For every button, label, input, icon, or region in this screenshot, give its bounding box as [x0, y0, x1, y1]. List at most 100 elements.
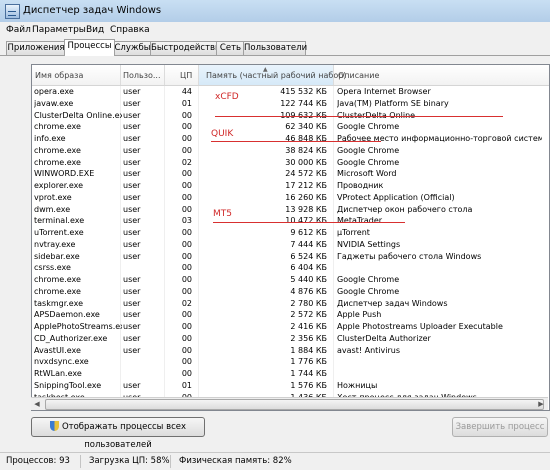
process-cpu: 00 — [181, 286, 192, 296]
process-row[interactable]: ApplePhotoStreams.exe user 00 2 416 КБ Apple… — [32, 321, 549, 333]
process-description: Java(TM) Platform SE binary — [337, 98, 449, 108]
menu-bar: Файл Параметры Вид Справка — [0, 22, 550, 40]
end-process-button[interactable]: Завершить процесс — [452, 417, 548, 437]
process-memory: 2 356 КБ — [290, 333, 327, 343]
process-row[interactable]: info.exe user 00 46 848 КБ Рабочее место инф… — [32, 133, 549, 145]
tab-bar: Приложения Процессы Службы Быстродействи… — [0, 39, 550, 56]
process-memory: 122 744 КБ — [280, 98, 327, 108]
process-cpu: 00 — [181, 322, 192, 331]
process-name: dwm.exe — [34, 204, 71, 214]
process-name: opera.exe — [34, 87, 74, 96]
column-separator[interactable] — [198, 65, 199, 85]
process-user: user — [123, 286, 141, 296]
process-user: user — [123, 310, 141, 320]
process-row[interactable]: nvxdsync.exe 00 1 776 КБ — [32, 356, 549, 368]
tab-performance[interactable]: Быстродействие — [150, 41, 226, 55]
process-cpu: 00 — [181, 110, 192, 120]
process-cpu: 00 — [181, 228, 192, 237]
process-description: Диспетчер окон рабочего стола — [337, 204, 473, 214]
column-name[interactable]: Имя образа — [35, 71, 83, 80]
menu-view[interactable]: Вид — [86, 25, 104, 35]
process-row[interactable]: AvastUI.exe user 00 1 884 КБ avast! Antiviru… — [32, 345, 549, 357]
process-name: javaw.exe — [34, 98, 74, 108]
process-cpu: 00 — [181, 204, 192, 214]
process-name: uTorrent.exe — [34, 228, 84, 237]
process-row[interactable]: CD_Authorizer.exe user 00 2 356 КБ ClusterDe… — [32, 333, 549, 345]
process-row[interactable]: javaw.exe user 01 122 744 КБ Java(TM) Platfo… — [32, 98, 549, 110]
process-row[interactable]: csrss.exe 00 6 404 КБ — [32, 262, 549, 274]
process-user: user — [123, 345, 141, 355]
process-row[interactable]: dwm.exe user 00 13 928 КБ Диспетчер окон раб… — [32, 204, 549, 216]
column-cpu[interactable]: ЦП — [180, 71, 192, 80]
process-memory: 1 776 КБ — [290, 357, 327, 367]
column-separator[interactable] — [164, 65, 165, 85]
process-user: user — [123, 98, 141, 108]
column-separator[interactable] — [120, 65, 121, 85]
process-name: SnippingTool.exe — [34, 380, 102, 390]
process-list[interactable]: ▲ Имя образа Пользо... ЦП Память (частны… — [31, 64, 550, 411]
process-memory: 7 444 КБ — [290, 239, 327, 249]
process-description: Google Chrome — [337, 145, 400, 155]
menu-file[interactable]: Файл — [6, 25, 31, 35]
process-cpu: 00 — [181, 333, 192, 343]
process-row[interactable]: chrome.exe user 00 62 340 КБ Google Chrome — [32, 121, 549, 133]
process-memory: 30 000 КБ — [285, 157, 327, 167]
process-row[interactable]: sidebar.exe user 00 6 524 КБ Гаджеты рабочег… — [32, 251, 549, 263]
tab-users[interactable]: Пользователи — [243, 41, 307, 55]
process-name: chrome.exe — [34, 286, 81, 296]
menu-options[interactable]: Параметры — [32, 25, 86, 35]
process-row[interactable]: explorer.exe user 00 17 212 КБ Проводник — [32, 180, 549, 192]
process-user: user — [123, 228, 141, 237]
column-user[interactable]: Пользо... — [123, 71, 161, 80]
process-row[interactable]: chrome.exe user 00 38 824 КБ Google Chrome — [32, 145, 549, 157]
process-row[interactable]: taskmgr.exe user 02 2 780 КБ Диспетчер задач… — [32, 298, 549, 310]
status-separator — [170, 455, 171, 468]
scroll-thumb[interactable] — [45, 399, 544, 410]
process-memory: 16 260 КБ — [285, 192, 327, 202]
process-user — [123, 262, 178, 274]
process-description — [337, 262, 542, 274]
process-row[interactable]: chrome.exe user 00 4 876 КБ Google Chrome — [32, 286, 549, 298]
process-row[interactable]: WINWORD.EXE user 00 24 572 КБ Microsoft Word — [32, 168, 549, 180]
process-name: taskmgr.exe — [34, 298, 83, 308]
process-user: user — [123, 216, 141, 226]
process-cpu: 02 — [181, 157, 192, 167]
tab-services[interactable]: Службы — [113, 41, 152, 55]
process-row[interactable]: vprot.exe user 00 16 260 КБ VProtect Applica… — [32, 192, 549, 204]
process-user: user — [123, 251, 141, 261]
process-name: WINWORD.EXE — [34, 169, 95, 179]
process-cpu: 00 — [181, 263, 192, 273]
process-name: ApplePhotoStreams.exe — [34, 322, 122, 331]
process-row[interactable]: chrome.exe user 00 5 440 КБ Google Chrome — [32, 274, 549, 286]
process-cpu: 00 — [181, 357, 192, 367]
column-memory[interactable]: Память (частный рабочий набор) — [206, 71, 346, 80]
process-user: user — [123, 157, 141, 167]
process-cpu: 03 — [181, 216, 192, 226]
menu-help[interactable]: Справка — [110, 25, 150, 35]
show-all-users-button[interactable]: Отображать процессы всех пользователей — [31, 417, 205, 450]
process-name: CD_Authorizer.exe — [34, 333, 108, 343]
column-separator[interactable] — [333, 65, 334, 85]
process-row[interactable]: chrome.exe user 02 30 000 КБ Google Chrome — [32, 157, 549, 169]
title-bar[interactable]: Диспетчер задач Windows — [0, 0, 550, 23]
process-row[interactable]: APSDaemon.exe user 00 2 572 КБ Apple Push — [32, 309, 549, 321]
scroll-left-icon[interactable]: ◀ — [32, 399, 42, 409]
process-cpu: 00 — [181, 192, 192, 202]
process-memory: 415 532 КБ — [280, 87, 327, 96]
process-cpu: 00 — [181, 310, 192, 320]
process-memory: 17 212 КБ — [285, 181, 327, 190]
process-row[interactable]: nvtray.exe user 00 7 444 КБ NVIDIA Settings — [32, 239, 549, 251]
tab-network[interactable]: Сеть — [216, 41, 245, 55]
column-description[interactable]: Описание — [338, 71, 379, 80]
horizontal-scrollbar[interactable]: ◀ ▶ — [31, 397, 548, 410]
tab-processes[interactable]: Процессы — [64, 39, 115, 56]
scroll-right-icon[interactable]: ▶ — [536, 399, 546, 409]
process-row[interactable]: SnippingTool.exe user 01 1 576 КБ Ножницы — [32, 380, 549, 392]
tab-applications[interactable]: Приложения — [6, 41, 66, 55]
process-row[interactable]: opera.exe user 44 415 532 КБ Opera Internet … — [32, 86, 549, 98]
annotation-quik: QUIK — [211, 129, 234, 139]
process-row[interactable]: uTorrent.exe user 00 9 612 КБ μTorrent — [32, 227, 549, 239]
process-row[interactable]: RtWLan.exe 00 1 744 КБ — [32, 368, 549, 380]
process-user: user — [123, 169, 141, 179]
process-memory: 1 884 КБ — [290, 345, 327, 355]
